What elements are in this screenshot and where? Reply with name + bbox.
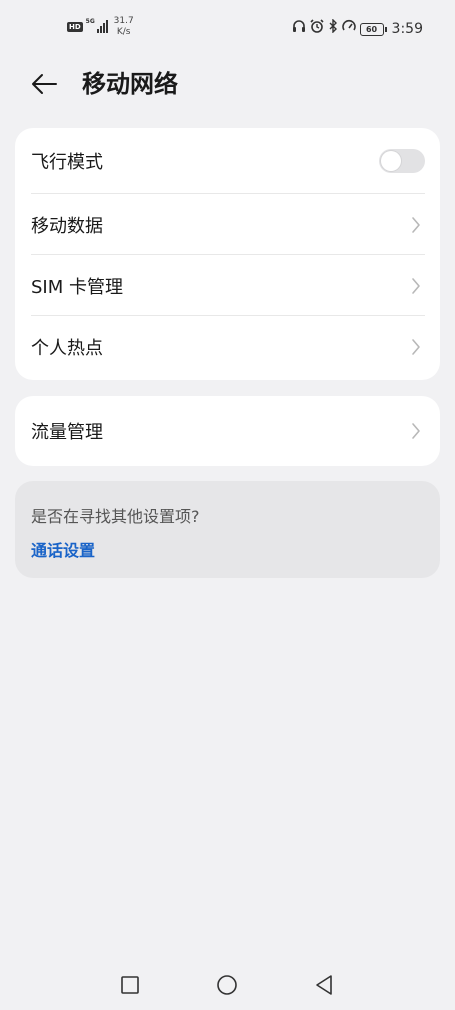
circle-icon <box>217 975 237 995</box>
suggestion-question: 是否在寻找其他设置项? <box>31 507 200 526</box>
bluetooth-icon <box>328 18 338 39</box>
navigation-bar <box>0 960 455 1010</box>
hd-badge: HD <box>67 22 83 32</box>
recent-apps-button[interactable] <box>117 972 143 998</box>
status-right: 60 3:59 <box>292 18 423 39</box>
mobile-data-row[interactable]: 移动数据 <box>15 194 440 255</box>
alarm-icon <box>309 19 324 39</box>
status-left: HD 5G 31.7 K/s <box>67 16 134 38</box>
chevron-right-icon <box>410 338 422 356</box>
header: 移动网络 <box>0 58 455 110</box>
sim-management-label: SIM 卡管理 <box>31 276 123 298</box>
data-usage-label: 流量管理 <box>31 422 103 443</box>
back-nav-button[interactable] <box>311 972 337 998</box>
back-arrow-icon <box>32 74 57 94</box>
mobile-data-label: 移动数据 <box>31 215 103 237</box>
chevron-right-icon <box>410 277 422 295</box>
headphones-icon <box>292 19 306 39</box>
chevron-right-icon <box>410 216 422 234</box>
data-usage-card: 流量管理 <box>15 396 440 466</box>
page-title: 移动网络 <box>82 70 178 98</box>
square-icon <box>121 976 139 994</box>
network-speed-value: 31.7 <box>113 16 134 26</box>
call-settings-link[interactable]: 通话设置 <box>31 537 95 561</box>
personal-hotspot-label: 个人热点 <box>31 337 103 359</box>
battery-level: 60 <box>359 22 384 36</box>
triangle-back-icon <box>316 975 332 995</box>
home-button[interactable] <box>214 972 240 998</box>
sim-management-row[interactable]: SIM 卡管理 <box>15 255 440 316</box>
airplane-mode-label: 飞行模式 <box>31 152 103 173</box>
data-usage-row[interactable]: 流量管理 <box>15 396 440 466</box>
mobile-network-card: 飞行模式 移动数据 SIM 卡管理 个人热点 <box>15 128 440 380</box>
chevron-right-icon <box>410 422 422 440</box>
suggestion-card: 是否在寻找其他设置项? 通话设置 <box>15 481 440 578</box>
airplane-mode-row[interactable]: 飞行模式 <box>15 128 440 194</box>
status-bar: HD 5G 31.7 K/s 60 3:59 <box>0 0 455 58</box>
battery-icon: 60 <box>359 22 387 36</box>
signal-icon <box>96 19 109 33</box>
clock: 3:59 <box>391 21 423 37</box>
network-speed-unit: K/s <box>116 27 131 37</box>
network-speed: 31.7 K/s <box>114 16 134 38</box>
toggle-knob <box>381 151 401 171</box>
airplane-mode-toggle[interactable] <box>379 149 425 173</box>
back-button[interactable] <box>24 66 64 102</box>
network-type: 5G <box>85 18 95 25</box>
speedometer-icon <box>341 19 356 39</box>
personal-hotspot-row[interactable]: 个人热点 <box>15 316 440 377</box>
